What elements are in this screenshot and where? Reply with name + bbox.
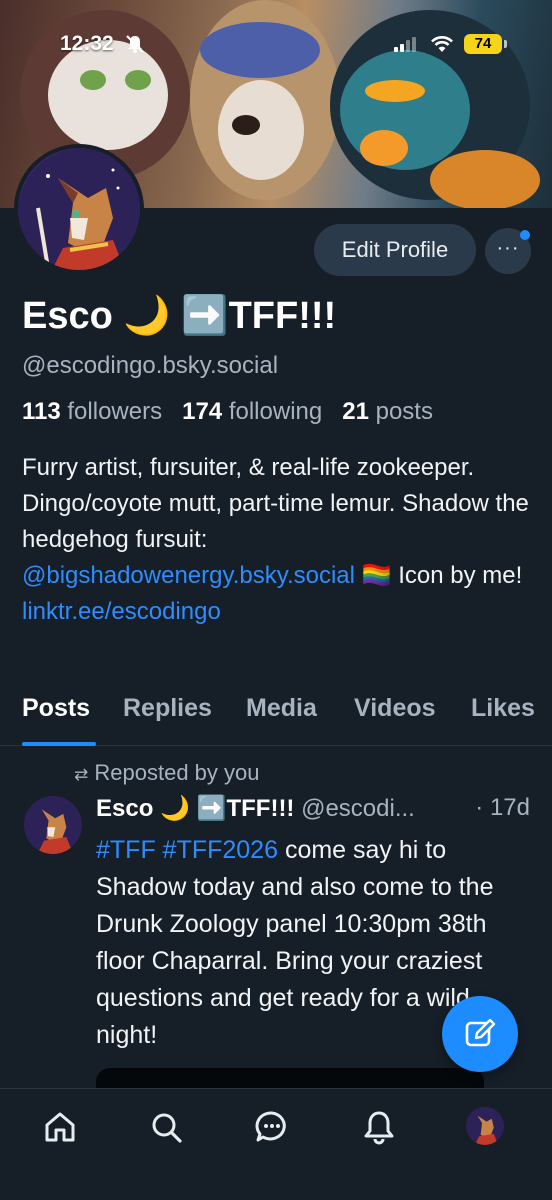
profile-avatar-nav[interactable] (466, 1107, 504, 1145)
edit-profile-button[interactable]: Edit Profile (314, 224, 476, 276)
followers-count: 113 (22, 398, 61, 425)
display-name: Esco 🌙 ➡️TFF!!! (22, 295, 337, 337)
home-icon[interactable] (42, 1109, 78, 1145)
post-header: Esco 🌙 ➡️TFF!!! @escodi... · 17d (96, 794, 536, 823)
bio-external-link[interactable]: linktr.ee/escodingo (22, 598, 221, 625)
tab-posts[interactable]: Posts (22, 694, 90, 723)
profile-stats: 113 followers 174 following 21 posts (22, 398, 433, 426)
bio-mention-link[interactable]: @bigshadowenergy.bsky.social (22, 562, 355, 589)
bio-text-continued: 🏳️‍🌈 Icon by me! (354, 562, 523, 589)
following-link[interactable]: 174 following (182, 398, 322, 425)
status-time: 12:32 (60, 32, 114, 55)
bio-text: Furry artist, fursuiter, & real-life zoo… (22, 454, 529, 553)
search-icon[interactable] (148, 1109, 184, 1145)
post-media[interactable] (96, 1068, 484, 1088)
bottom-navigation (0, 1088, 552, 1200)
profile-handle: @escodingo.bsky.social (22, 352, 279, 379)
tab-media[interactable]: Media (246, 694, 317, 723)
post-author-handle[interactable]: @escodi... (301, 795, 415, 822)
followers-label: followers (67, 398, 163, 425)
following-count: 174 (182, 398, 223, 425)
chat-icon[interactable] (254, 1109, 290, 1145)
profile-bio: Furry artist, fursuiter, & real-life zoo… (22, 450, 537, 630)
following-label: following (228, 398, 323, 425)
compose-icon (465, 1018, 496, 1047)
compose-button[interactable] (442, 996, 518, 1072)
bell-icon[interactable] (361, 1109, 397, 1145)
posts-stat: 21 posts (342, 398, 433, 425)
tab-replies[interactable]: Replies (123, 694, 212, 723)
post-timestamp[interactable]: · 17d (475, 794, 530, 822)
repost-label: Reposted by you (94, 760, 260, 785)
followers-link[interactable]: 113 followers (22, 398, 162, 425)
profile-tabs: Posts Replies Media Videos Likes (0, 690, 552, 746)
status-bar: 12:32 74 (0, 0, 552, 92)
posts-count: 21 (342, 398, 369, 425)
battery-indicator: 74 (464, 34, 507, 54)
posts-label: posts (375, 398, 433, 425)
bell-off-icon (125, 34, 145, 59)
notification-dot (520, 230, 530, 240)
profile-avatar[interactable] (14, 144, 144, 274)
active-tab-indicator (22, 742, 96, 746)
tab-videos[interactable]: Videos (354, 694, 436, 723)
post-author-avatar[interactable] (24, 796, 82, 854)
signal-icon (394, 36, 416, 52)
repost-icon: ⇄ (74, 765, 89, 784)
post-author-name[interactable]: Esco 🌙 ➡️TFF!!! (96, 795, 294, 822)
wifi-icon (430, 35, 454, 58)
post-text: come say hi to Shadow today and also com… (96, 836, 494, 1049)
post-hashtags[interactable]: #TFF #TFF2026 (96, 836, 278, 864)
tab-likes[interactable]: Likes (471, 694, 535, 723)
repost-indicator[interactable]: ⇄ Reposted by you (74, 760, 259, 786)
